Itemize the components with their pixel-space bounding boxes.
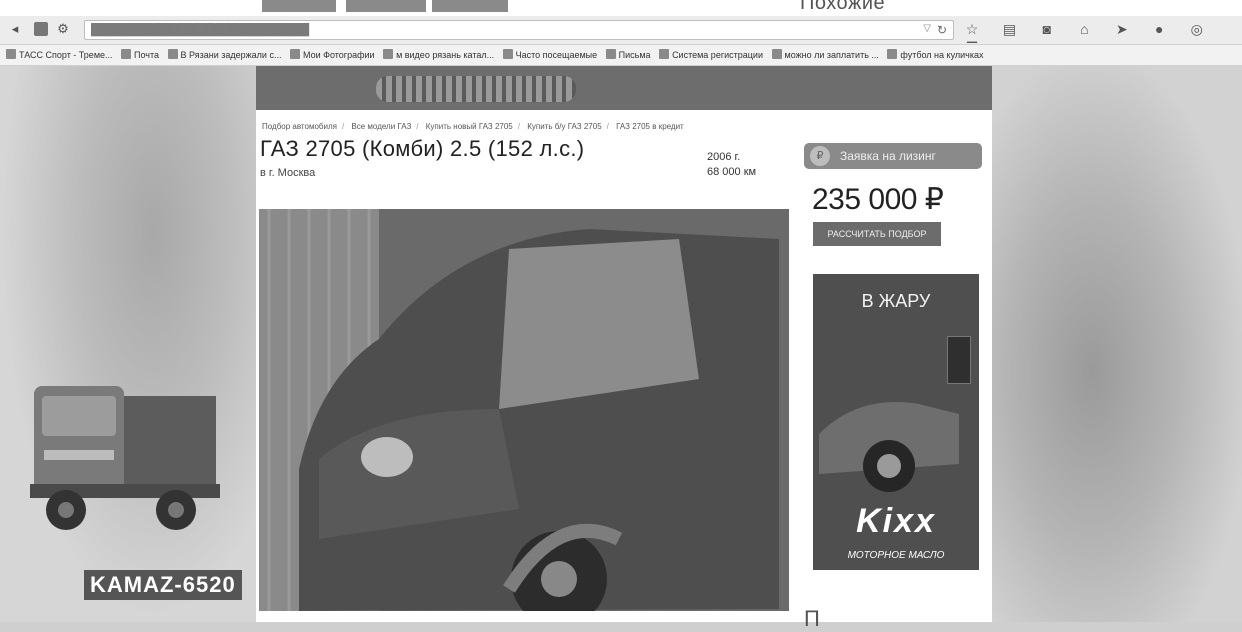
sync-icon[interactable]: ◎: [1189, 21, 1205, 37]
favicon-icon: [167, 49, 178, 59]
addon-icon[interactable]: ●: [1151, 21, 1167, 37]
browser-nav-bar: ◂ ⚙ ████████████████████████████ ▽ ↻ ☆ ▤…: [0, 16, 1242, 55]
site-icon[interactable]: ⚙: [56, 22, 70, 36]
thumbnail[interactable]: [346, 0, 426, 12]
bookmark-item[interactable]: м видео рязань катал...: [383, 45, 494, 65]
car-image: [819, 402, 959, 492]
reload-icon[interactable]: ↻: [937, 23, 947, 37]
identity-icon[interactable]: [34, 22, 48, 36]
dropdown-icon[interactable]: ▽: [923, 23, 931, 34]
branding-left[interactable]: KAMAZ-6520: [0, 66, 256, 622]
breadcrumb-link[interactable]: Купить б/у ГАЗ 2705: [527, 122, 601, 131]
breadcrumb: Подбор автомобиля / Все модели ГАЗ / Купит…: [262, 122, 684, 131]
favicon-icon: [289, 49, 300, 59]
library-icon[interactable]: ▤: [1001, 21, 1017, 37]
bookmark-item[interactable]: Система регистрации: [659, 45, 763, 65]
ad-banner[interactable]: В ЖАРУ Kixx МОТОРНОЕ МАСЛО: [813, 274, 979, 570]
price-value: 235 000 ₽: [812, 183, 944, 216]
bookmark-item[interactable]: можно ли заплатить ...: [771, 45, 879, 65]
ad-headline: В ЖАРУ: [861, 291, 931, 311]
similar-heading-bottom: П: [804, 606, 820, 631]
calculate-button[interactable]: Рассчитать подбор: [813, 222, 941, 246]
top-strip: Похожие: [0, 0, 1242, 16]
send-icon[interactable]: ➤: [1114, 21, 1130, 37]
breadcrumb-link[interactable]: ГАЗ 2705 в кредит: [616, 122, 684, 131]
favicon-icon: [383, 49, 394, 59]
leasing-icon: ₽: [810, 146, 830, 166]
content-column: Подбор автомобиля / Все модели ГАЗ / Купит…: [256, 66, 992, 631]
truck-illustration: [30, 386, 220, 530]
similar-heading: Похожие: [800, 0, 886, 14]
branding-right[interactable]: [992, 66, 1242, 622]
breadcrumb-link[interactable]: Все модели ГАЗ: [351, 122, 411, 131]
leasing-request-button[interactable]: ₽ Заявка на лизинг: [804, 143, 982, 169]
bookmark-item[interactable]: Почта: [121, 45, 159, 65]
listing-year: 2006 г.: [707, 151, 741, 163]
page: KAMAZ-6520 Подбор автомобиля / Все модели…: [0, 66, 1242, 631]
bookmark-item[interactable]: Мои Фотографии: [289, 45, 375, 65]
url-input[interactable]: ████████████████████████████ ▽ ↻: [84, 20, 954, 40]
listing-city: в г. Москва: [260, 167, 316, 179]
listing-title: ГАЗ 2705 (Комби) 2.5 (152 л.с.): [260, 136, 585, 161]
favicon-icon: [6, 49, 16, 59]
pocket-icon[interactable]: ◙: [1039, 21, 1055, 37]
vehicle-photo[interactable]: [259, 209, 789, 611]
leasing-label: Заявка на лизинг: [840, 149, 936, 163]
bookmark-item[interactable]: Письма: [605, 45, 651, 65]
favicon-icon: [121, 49, 132, 59]
back-icon[interactable]: ◂: [8, 22, 22, 36]
breadcrumb-link[interactable]: Купить новый ГАЗ 2705: [426, 122, 513, 131]
star-icon[interactable]: ☆: [964, 21, 980, 37]
listing-mileage: 68 000 км: [707, 166, 757, 178]
bookmarks-bar: ТАСС Спорт - Треме... Почта В Рязани зад…: [0, 45, 1242, 66]
favicon-icon: [659, 49, 670, 59]
favicon-icon: [605, 49, 616, 59]
favicon-icon: [887, 49, 898, 59]
grille-graphic: [376, 76, 576, 102]
vehicle-image: [259, 209, 789, 611]
price-sidebar: ₽ Заявка на лизинг 235 000 ₽ Рассчитать …: [804, 66, 992, 631]
thumbnail[interactable]: [432, 0, 508, 12]
breadcrumb-link[interactable]: Подбор автомобиля: [262, 122, 337, 131]
favicon-icon: [502, 49, 513, 59]
favicon-icon: [771, 49, 782, 59]
bookmark-item[interactable]: футбол на куличках: [887, 45, 984, 65]
home-icon[interactable]: ⌂: [1076, 21, 1092, 37]
thumbnail[interactable]: [262, 0, 336, 12]
ad-brand: Kixx: [856, 502, 936, 540]
bookmark-item[interactable]: В Рязани задержали с...: [167, 45, 281, 65]
bookmark-item[interactable]: ТАСС Спорт - Треме...: [6, 45, 113, 65]
truck-model-label: KAMAZ-6520: [84, 570, 242, 600]
ad-tagline: МОТОРНОЕ МАСЛО: [847, 550, 945, 561]
bookmark-item[interactable]: Часто посещаемые: [502, 45, 597, 65]
url-text[interactable]: ████████████████████████████: [91, 24, 310, 36]
